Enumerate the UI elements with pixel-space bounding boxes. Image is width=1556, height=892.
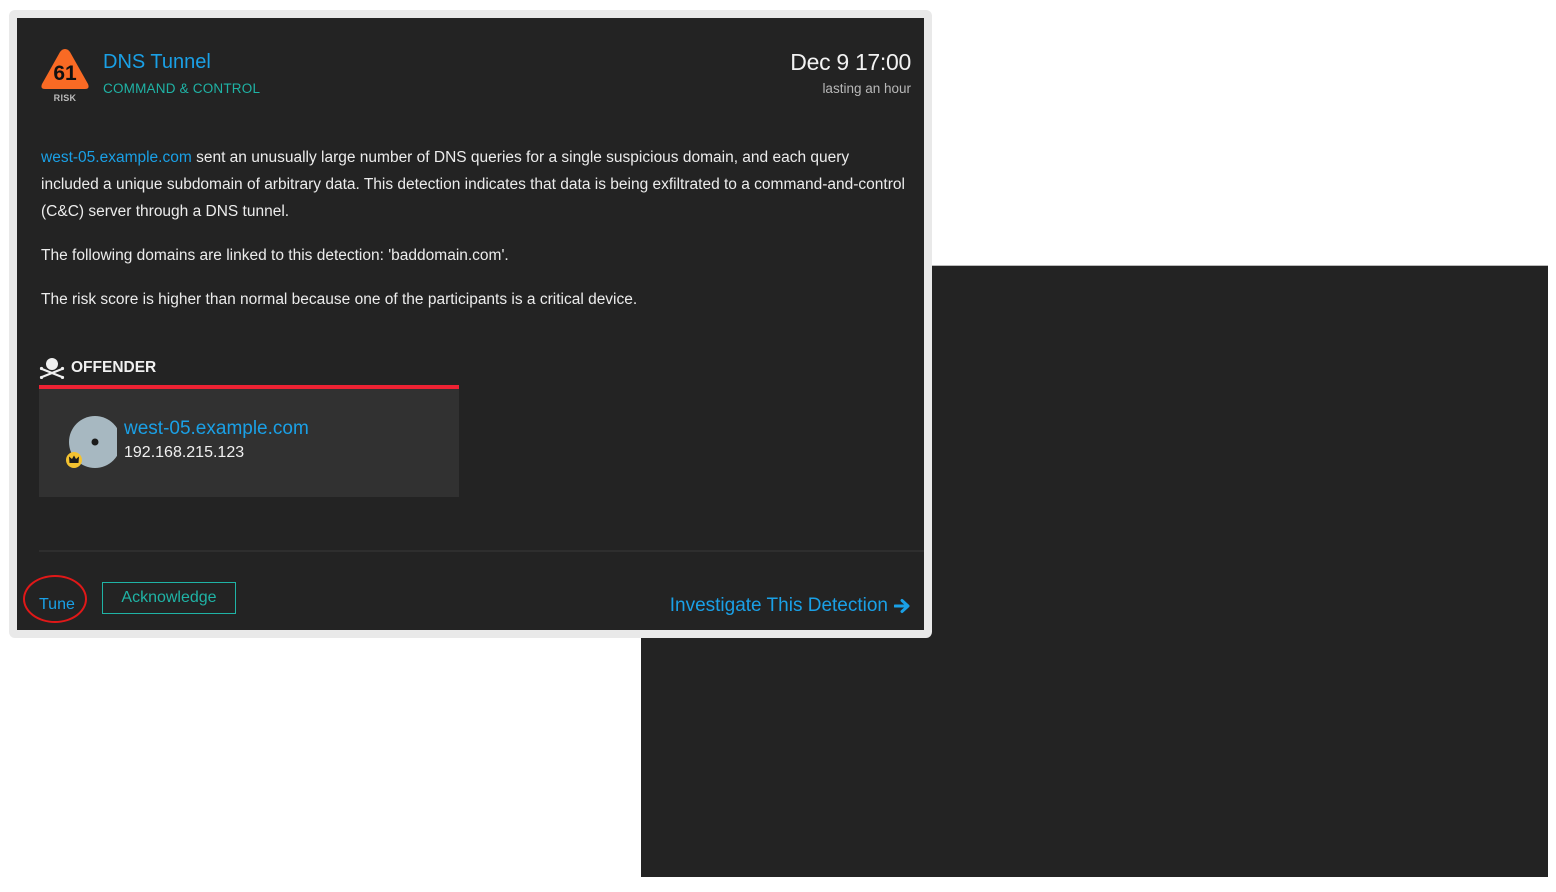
risk-badge: 61 RISK xyxy=(39,46,91,106)
footer-divider xyxy=(39,550,924,552)
acknowledge-button[interactable]: Acknowledge xyxy=(102,582,236,614)
description-paragraph: The risk score is higher than normal bec… xyxy=(41,291,638,308)
detection-card-tune-variant: 61 RISK DNS Tunnel COMMAND & CONTROL Dec… xyxy=(17,18,924,630)
skull-crossbones-icon xyxy=(39,358,65,379)
critical-crown-icon xyxy=(66,452,82,468)
detection-title[interactable]: DNS Tunnel xyxy=(103,51,211,74)
detection-duration: lasting an hour xyxy=(822,81,911,96)
description-paragraph: west-05.example.com sent an unusually la… xyxy=(41,144,911,225)
detection-category: COMMAND & CONTROL xyxy=(103,81,261,96)
screenshot-frame: 61 RISK DNS Tunnel COMMAND & CONTROL Dec… xyxy=(9,10,932,638)
offender-card[interactable]: west-05.example.com 192.168.215.123 xyxy=(39,389,459,497)
detection-date: Dec 9 17:00 xyxy=(790,49,911,75)
risk-score: 61 xyxy=(53,62,77,85)
arrow-right-icon xyxy=(894,599,910,613)
device-icon xyxy=(66,416,117,468)
risk-label: RISK xyxy=(53,93,77,103)
description-paragraph: The following domains are linked to this… xyxy=(41,247,509,264)
detection-description: west-05.example.com sent an unusually la… xyxy=(41,144,911,330)
primary-action-button[interactable]: Tune xyxy=(39,596,75,614)
offender-hostname[interactable]: west-05.example.com xyxy=(124,418,309,440)
offender-ip: 192.168.215.123 xyxy=(124,444,245,461)
investigate-link[interactable]: Investigate This Detection xyxy=(670,595,911,617)
offender-heading: OFFENDER xyxy=(39,357,156,379)
detection-card-content: 61 RISK DNS Tunnel COMMAND & CONTROL Dec… xyxy=(17,18,924,630)
investigate-label: Investigate This Detection xyxy=(669,595,888,616)
offender-heading-label: OFFENDER xyxy=(71,359,157,376)
host-link[interactable]: west-05.example.com xyxy=(41,149,192,166)
